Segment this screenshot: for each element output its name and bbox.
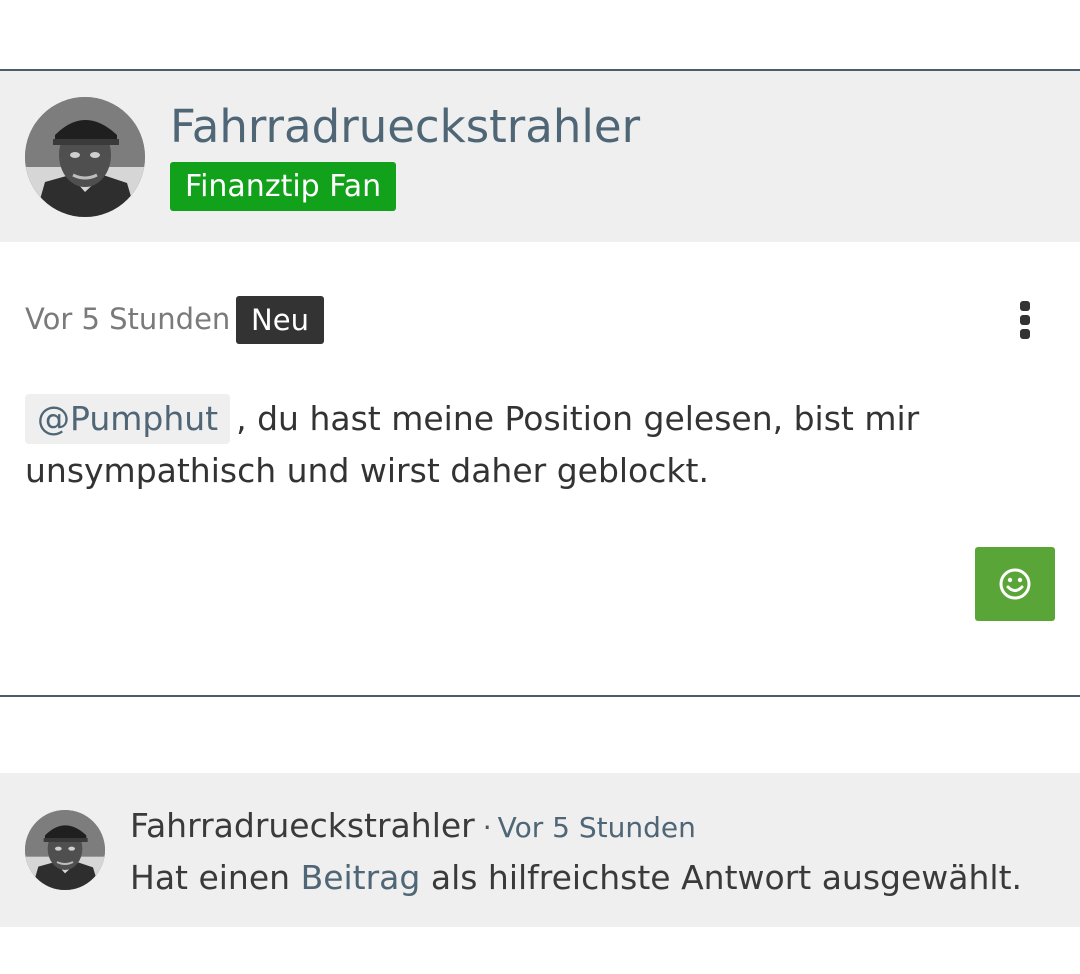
reaction-button[interactable]: [975, 547, 1055, 621]
new-badge: Neu: [236, 296, 324, 344]
activity-header: Fahrradrueckstrahler · Vor 5 Stunden: [130, 803, 696, 855]
smiley-icon: [999, 568, 1031, 600]
activity-separator: ·: [482, 811, 492, 844]
activity-timestamp[interactable]: Vor 5 Stunden: [498, 811, 696, 844]
activity-text-after: als hilfreichste Antwort ausgewählt.: [420, 858, 1022, 897]
more-vertical-icon[interactable]: [1005, 297, 1045, 343]
activity-avatar[interactable]: [25, 810, 105, 890]
activity-author[interactable]: Fahrradrueckstrahler: [130, 806, 475, 845]
post-header: Fahrradrueckstrahler Finanztip Fan: [0, 71, 1080, 242]
rank-badge: Finanztip Fan: [170, 162, 397, 211]
post-timestamp[interactable]: Vor 5 Stunden: [25, 297, 230, 341]
activity-item: Fahrradrueckstrahler · Vor 5 Stunden Hat e…: [0, 773, 1080, 927]
post-text-line1: , du hast meine Position gelesen, bist m…: [236, 399, 920, 438]
avatar-image: [25, 810, 105, 890]
post-author-name[interactable]: Fahrradrueckstrahler: [170, 97, 640, 157]
avatar-image: [25, 97, 145, 217]
author-avatar[interactable]: [25, 97, 145, 217]
post-text-line2: unsympathisch und wirst daher geblockt.: [25, 451, 709, 490]
user-mention[interactable]: @Pumphut: [25, 394, 231, 444]
post-card: Fahrradrueckstrahler Finanztip Fan Vor 5…: [0, 69, 1080, 697]
activity-post-link[interactable]: Beitrag: [301, 858, 421, 897]
post-body: @Pumphut, du hast meine Position gelesen…: [25, 393, 1055, 497]
activity-text-before: Hat einen: [130, 858, 301, 897]
activity-text: Hat einen Beitrag als hilfreichste Antwo…: [130, 855, 1022, 901]
